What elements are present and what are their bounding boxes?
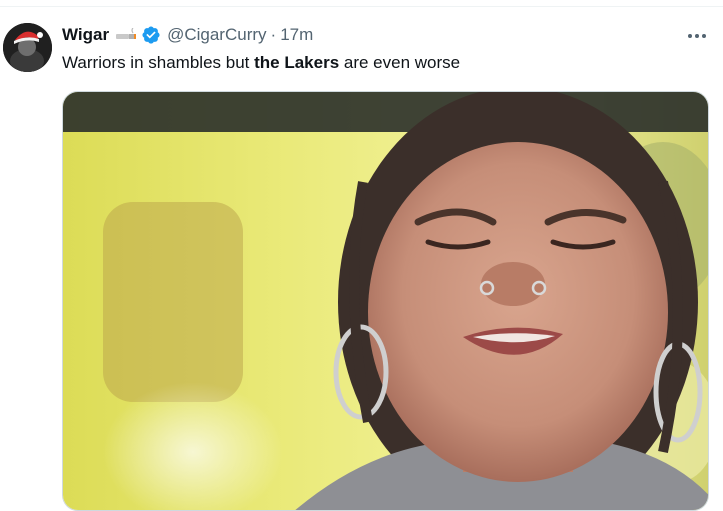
- avatar[interactable]: [3, 23, 52, 72]
- tweet-text-bold: the Lakers: [254, 53, 340, 72]
- tweet[interactable]: Wigar @CigarCurry · 17m Warriors in sham…: [0, 7, 723, 511]
- timestamp[interactable]: 17m: [280, 25, 313, 45]
- separator-dot: ·: [270, 25, 277, 44]
- tweet-header: Wigar @CigarCurry · 17m: [62, 24, 313, 46]
- tweet-text-start: Warriors in shambles but: [62, 53, 255, 72]
- author-name[interactable]: Wigar: [62, 25, 109, 45]
- cigar-emoji-icon: [115, 28, 137, 42]
- tweet-text: Warriors in shambles but the Lakers are …: [62, 52, 460, 74]
- author-handle[interactable]: @CigarCurry: [167, 25, 266, 45]
- more-options-icon[interactable]: [684, 29, 710, 43]
- verified-badge-icon[interactable]: [141, 25, 161, 45]
- tweet-media-video[interactable]: [62, 91, 709, 511]
- tweet-text-end: are even worse: [339, 53, 461, 72]
